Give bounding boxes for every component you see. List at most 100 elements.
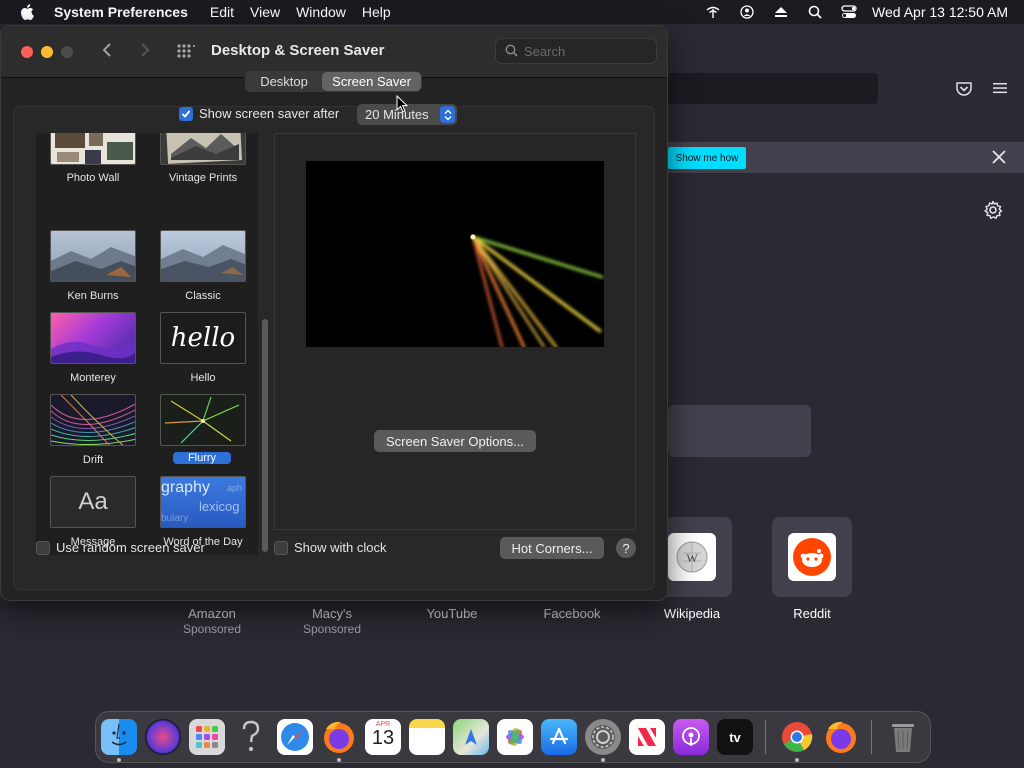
apple-tv-icon[interactable]: tv	[717, 719, 753, 755]
saver-label-vintage-prints: Vintage Prints	[168, 172, 238, 184]
hamburger-menu-icon[interactable]	[992, 80, 1008, 101]
random-saver-checkbox[interactable]	[36, 540, 50, 555]
ken-burns-thumbnail	[50, 230, 136, 282]
firefox-icon[interactable]	[823, 719, 859, 755]
browser-search-box[interactable]	[668, 405, 811, 457]
search-input[interactable]	[524, 42, 644, 60]
word-text-2: lexicog	[199, 499, 240, 514]
forward-arrow-icon[interactable]	[139, 42, 151, 63]
random-saver-row: Use random screen saver	[36, 540, 205, 555]
system-preferences-icon[interactable]	[585, 719, 621, 755]
menu-help[interactable]: Help	[354, 4, 399, 20]
siri-icon[interactable]	[145, 719, 181, 755]
reddit-icon	[788, 533, 836, 581]
window-title: Desktop & Screen Saver	[211, 42, 385, 59]
dock: APR 13 tv	[95, 711, 931, 763]
calendar-day: 13	[371, 727, 395, 749]
tile-label-wikipedia[interactable]: Wikipedia	[632, 606, 752, 621]
calendar-icon[interactable]: APR 13	[365, 719, 401, 755]
wikipedia-icon: W	[668, 533, 716, 581]
firefox-icon[interactable]	[321, 719, 357, 755]
menu-window[interactable]: Window	[288, 4, 354, 20]
hot-corners-button[interactable]: Hot Corners...	[500, 537, 604, 559]
maps-icon[interactable]	[453, 719, 489, 755]
tile-label-amazon[interactable]: Amazon	[152, 606, 272, 621]
news-icon[interactable]	[629, 719, 665, 755]
saver-list-scrollbar[interactable]	[262, 319, 268, 552]
message-text: Aa	[78, 488, 108, 515]
saver-monterey[interactable]: Monterey	[36, 312, 146, 392]
wifi-off-icon[interactable]	[696, 5, 730, 19]
tile-reddit[interactable]	[772, 517, 852, 597]
help-button[interactable]: ?	[616, 538, 636, 558]
message-thumbnail: Aa	[50, 476, 136, 528]
show-clock-checkbox[interactable]	[274, 540, 288, 555]
tab-desktop[interactable]: Desktop	[246, 72, 322, 91]
screen-saver-list[interactable]: Photo Wall Vintage Prints Ken Burns Clas…	[36, 133, 258, 555]
podcasts-icon[interactable]	[673, 719, 709, 755]
app-store-icon[interactable]	[541, 719, 577, 755]
minimize-window-button[interactable]	[41, 46, 53, 58]
apple-menu-icon[interactable]	[0, 4, 54, 20]
saver-drift[interactable]: Drift	[36, 394, 146, 474]
trash-icon[interactable]	[885, 719, 921, 755]
browser-url-bar[interactable]	[668, 73, 878, 104]
close-window-button[interactable]	[21, 46, 33, 58]
menubar-clock[interactable]: Wed Apr 13 12:50 AM	[872, 4, 1008, 20]
launchpad-icon[interactable]	[189, 719, 225, 755]
control-center-icon[interactable]	[832, 5, 866, 19]
gear-icon[interactable]	[983, 200, 1003, 225]
hello-text: hello	[170, 323, 236, 353]
tile-label-youtube[interactable]: YouTube	[392, 606, 512, 621]
zoom-window-button[interactable]	[61, 46, 73, 58]
show-me-how-button[interactable]: Show me how	[668, 147, 746, 169]
search-icon[interactable]	[798, 5, 832, 19]
screen-saver-options-button[interactable]: Screen Saver Options...	[374, 430, 536, 452]
question-mark-icon[interactable]	[233, 719, 269, 755]
close-icon[interactable]	[990, 148, 1008, 171]
show-after-checkbox[interactable]	[179, 106, 193, 121]
chrome-icon[interactable]	[779, 719, 815, 755]
tile-label-reddit[interactable]: Reddit	[752, 606, 872, 621]
saver-hello[interactable]: hello Hello	[146, 312, 256, 392]
flurry-thumbnail	[160, 394, 246, 446]
menu-app-name[interactable]: System Preferences	[54, 4, 202, 20]
saver-vintage-prints[interactable]: Vintage Prints	[146, 133, 256, 213]
show-all-grid-icon[interactable]	[177, 44, 195, 63]
saver-label-flurry: Flurry	[173, 452, 231, 464]
saver-ken-burns[interactable]: Ken Burns	[36, 230, 146, 310]
pocket-icon[interactable]	[955, 80, 973, 103]
user-icon[interactable]	[730, 5, 764, 19]
firefox-running-dot	[337, 758, 341, 762]
tab-screen-saver[interactable]: Screen Saver	[322, 72, 421, 91]
tile-label-facebook[interactable]: Facebook	[512, 606, 632, 621]
vintage-prints-thumbnail	[160, 133, 246, 165]
eject-icon[interactable]	[764, 5, 798, 19]
finder-icon[interactable]	[101, 719, 137, 755]
menu-edit[interactable]: Edit	[202, 4, 242, 20]
preferences-search[interactable]	[495, 38, 657, 64]
safari-icon[interactable]	[277, 719, 313, 755]
show-clock-row: Show with clock	[274, 540, 386, 555]
photos-icon[interactable]	[497, 719, 533, 755]
show-after-row: Show screen saver after	[179, 106, 339, 121]
screen-saver-preview	[306, 161, 604, 349]
back-arrow-icon[interactable]	[101, 42, 113, 63]
menu-view[interactable]: View	[242, 4, 288, 20]
apple-tv-label: tv	[729, 729, 741, 745]
random-saver-label: Use random screen saver	[56, 540, 205, 555]
classic-thumbnail	[160, 230, 246, 282]
dock-separator	[871, 720, 872, 754]
saver-photo-wall[interactable]: Photo Wall	[36, 133, 146, 213]
notes-icon[interactable]	[409, 719, 445, 755]
saver-classic[interactable]: Classic	[146, 230, 256, 310]
tab-group: Desktop Screen Saver	[245, 71, 422, 92]
saver-label-classic: Classic	[185, 290, 221, 302]
saver-label-ken-burns: Ken Burns	[67, 290, 119, 302]
saver-flurry[interactable]: Flurry	[146, 394, 256, 474]
tile-label-macys[interactable]: Macy's	[272, 606, 392, 621]
hello-thumbnail: hello	[160, 312, 246, 364]
menu-bar: System Preferences Edit View Window Help…	[0, 0, 1024, 24]
saver-label-drift: Drift	[82, 454, 104, 466]
word-text-3: bulary	[161, 513, 189, 524]
